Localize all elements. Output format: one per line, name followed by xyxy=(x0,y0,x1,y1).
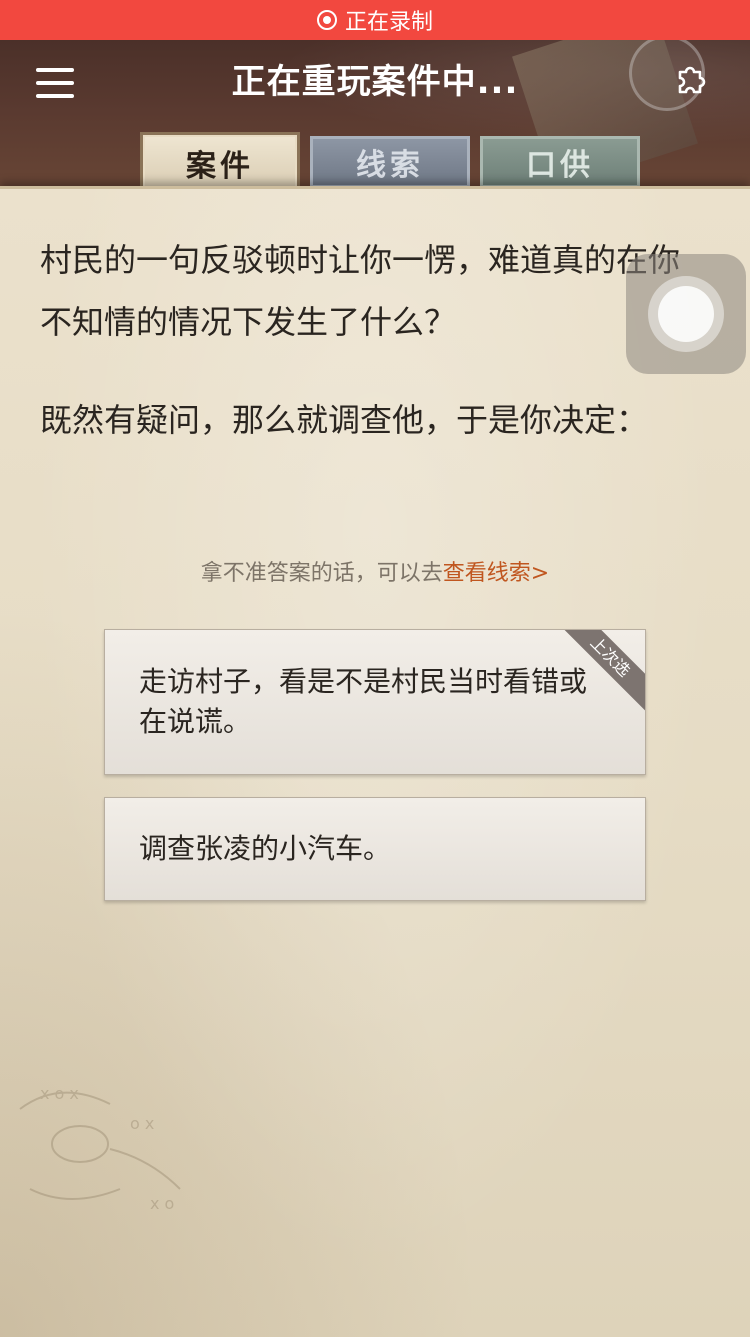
svg-text:x o x: x o x xyxy=(40,1084,79,1103)
choice-text: 走访村子，看是不是村民当时看错或在说谎。 xyxy=(139,665,588,738)
story-paragraph: 既然有疑问，那么就调查他，于是你决定： xyxy=(40,401,649,439)
svg-text:o x: o x xyxy=(130,1114,154,1133)
tactics-sketch-decoration: x o x o x x o xyxy=(19,1084,181,1213)
recording-status-bar: 正在录制 xyxy=(0,0,750,40)
puzzle-icon[interactable] xyxy=(672,60,712,100)
tab-testimony[interactable]: 口供 xyxy=(480,136,640,188)
choice-option[interactable]: 调查张凌的小汽车。 xyxy=(104,797,646,901)
assistive-touch-icon[interactable] xyxy=(626,254,746,374)
page-title: 正在重玩案件中... xyxy=(231,62,519,102)
choice-text: 调查张凌的小汽车。 xyxy=(139,832,392,865)
story-paragraph: 村民的一句反驳顿时让你一愣，难道真的在你不知情的情况下发生了什么？ xyxy=(40,241,681,341)
record-icon xyxy=(316,10,337,30)
recording-label: 正在录制 xyxy=(344,10,433,35)
hint-line: 拿不准答案的话，可以去查看线索> xyxy=(0,555,750,587)
hint-text: 拿不准答案的话，可以去 xyxy=(200,561,443,586)
view-clues-link[interactable]: 查看线索> xyxy=(443,561,549,586)
svg-text:x o: x o xyxy=(150,1194,174,1213)
game-header: 正在重玩案件中... 案件 线索 口供 xyxy=(0,40,750,200)
tab-case[interactable]: 案件 xyxy=(140,132,300,194)
choice-option[interactable]: 走访村子，看是不是村民当时看错或在说谎。 上次选 xyxy=(104,629,646,775)
tab-clues[interactable]: 线索 xyxy=(310,136,470,188)
